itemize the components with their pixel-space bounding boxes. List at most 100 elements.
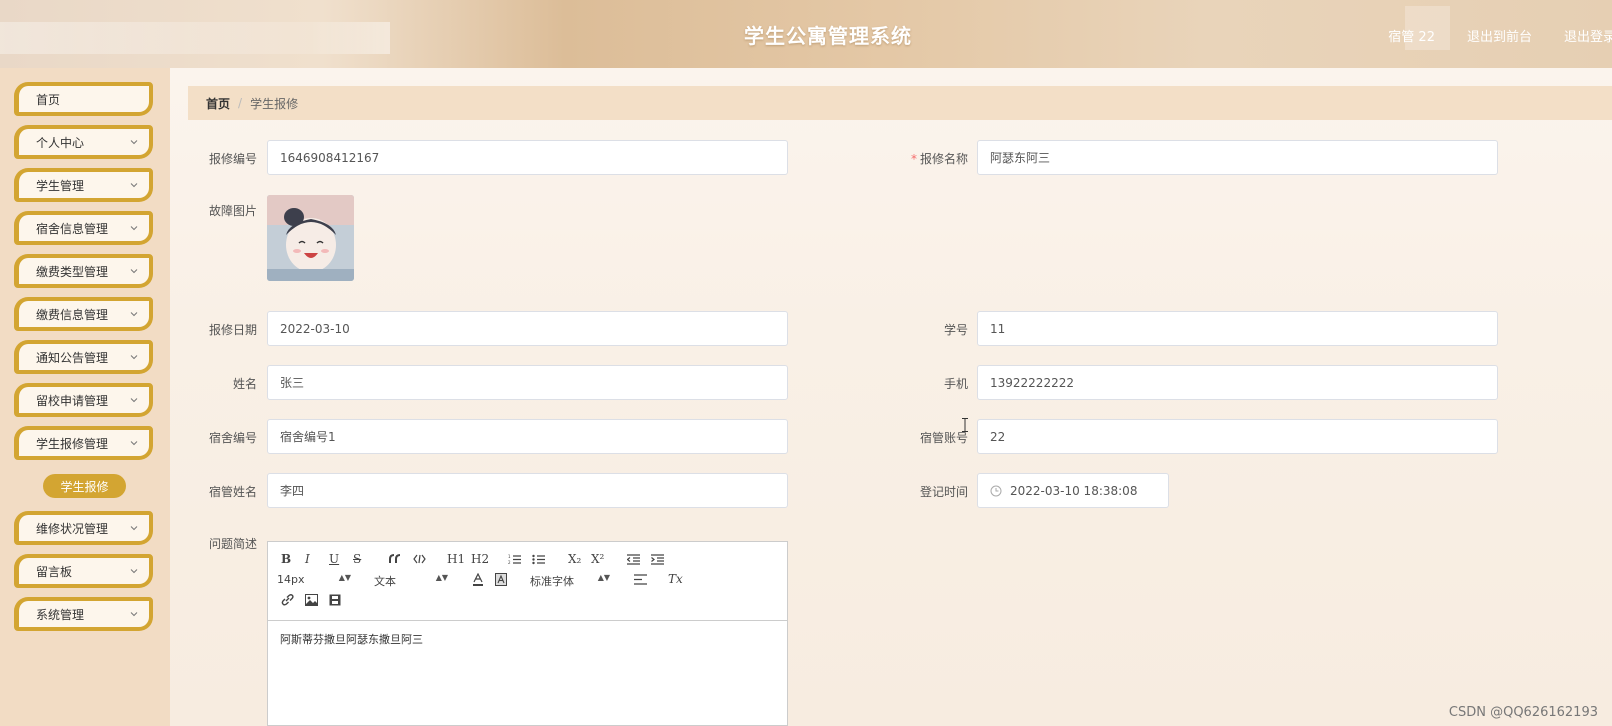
label-manager-account: 宿管账号 bbox=[919, 431, 968, 445]
sidebar-item-fee-info-mgmt[interactable]: 缴费信息管理 bbox=[14, 297, 153, 331]
chevron-down-icon bbox=[130, 612, 138, 617]
sidebar-item-system-mgmt[interactable]: 系统管理 bbox=[14, 597, 153, 631]
phone-field[interactable]: 13922222222 bbox=[977, 365, 1498, 400]
video-icon[interactable] bbox=[329, 594, 341, 606]
subscript-button[interactable]: X₂ bbox=[568, 552, 581, 566]
sidebar-item-label: 留言板 bbox=[36, 564, 73, 579]
sidebar-item-repair-status-mgmt[interactable]: 维修状况管理 bbox=[14, 511, 153, 545]
font-family-value: 标准字体 bbox=[530, 575, 574, 588]
clock-icon bbox=[990, 485, 1002, 496]
chevron-down-icon bbox=[130, 226, 138, 231]
manager-account-field[interactable]: 22 bbox=[977, 419, 1498, 454]
sidebar-item-label: 个人中心 bbox=[36, 135, 85, 150]
outdent-icon[interactable] bbox=[627, 554, 640, 565]
chevron-down-icon bbox=[130, 355, 138, 360]
sidebar-item-message-board[interactable]: 留言板 bbox=[14, 554, 153, 588]
font-color-icon[interactable] bbox=[472, 573, 484, 586]
ordered-list-icon[interactable]: 12 bbox=[508, 554, 521, 565]
sidebar-item-label: 缴费类型管理 bbox=[36, 264, 109, 279]
font-size-select[interactable]: 14px ▲▼ bbox=[277, 573, 351, 587]
quote-icon[interactable] bbox=[389, 554, 401, 564]
sidebar-item-repair-mgmt[interactable]: 学生报修管理 bbox=[14, 426, 153, 460]
repair-date-field[interactable]: 2022-03-10 bbox=[267, 311, 788, 346]
label-repair-date: 报修日期 bbox=[208, 323, 257, 337]
italic-button[interactable]: I bbox=[305, 552, 310, 566]
select-arrows-icon: ▲▼ bbox=[597, 573, 610, 582]
sidebar-item-personal-center[interactable]: 个人中心 bbox=[14, 125, 153, 159]
sidebar-item-label: 留校申请管理 bbox=[36, 393, 109, 408]
text-type-select[interactable]: 文本 ▲▼ bbox=[374, 573, 448, 588]
watermark: CSDN @QQ626162193 bbox=[1448, 705, 1598, 720]
sidebar-item-label: 维修状况管理 bbox=[36, 521, 109, 536]
background-color-icon[interactable] bbox=[495, 573, 507, 586]
chevron-down-icon bbox=[130, 526, 138, 531]
strike-button[interactable]: S bbox=[353, 552, 361, 566]
sidebar-item-label: 宿舍信息管理 bbox=[36, 221, 109, 236]
svg-text:2: 2 bbox=[508, 560, 511, 565]
label-manager-name: 宿管姓名 bbox=[208, 485, 257, 499]
superscript-button[interactable]: X² bbox=[591, 552, 604, 566]
breadcrumb: 首页 / 学生报修 bbox=[188, 86, 1612, 120]
sidebar-item-notice-mgmt[interactable]: 通知公告管理 bbox=[14, 340, 153, 374]
chevron-down-icon bbox=[130, 312, 138, 317]
student-no-field[interactable]: 11 bbox=[977, 311, 1498, 346]
breadcrumb-home-link[interactable]: 首页 bbox=[206, 95, 230, 112]
sidebar-item-student-mgmt[interactable]: 学生管理 bbox=[14, 168, 153, 202]
label-name: 姓名 bbox=[232, 377, 257, 391]
svg-text:1: 1 bbox=[508, 554, 511, 559]
dorm-no-field[interactable]: 宿舍编号1 bbox=[267, 419, 788, 454]
fault-image bbox=[267, 195, 354, 281]
label-repair-no: 报修编号 bbox=[208, 152, 257, 166]
name-field[interactable]: 张三 bbox=[267, 365, 788, 400]
image-icon[interactable] bbox=[305, 594, 318, 606]
font-size-value: 14px bbox=[277, 573, 305, 586]
link-icon[interactable] bbox=[281, 594, 294, 606]
logout-link[interactable]: 退出登录 bbox=[1564, 26, 1612, 45]
select-arrows-icon: ▲▼ bbox=[338, 573, 351, 582]
repair-no-field[interactable]: 1646908412167 bbox=[267, 140, 788, 175]
clear-format-button[interactable]: Tx bbox=[668, 572, 683, 586]
app-title: 学生公寓管理系统 bbox=[744, 24, 912, 48]
chevron-down-icon bbox=[130, 183, 138, 188]
h1-button[interactable]: H1 bbox=[447, 552, 465, 566]
sidebar-item-label: 系统管理 bbox=[36, 607, 85, 622]
sidebar-subitem-student-repair[interactable]: 学生报修 bbox=[43, 474, 126, 498]
rich-text-editor[interactable]: B I U S H1 H2 12 X₂ X² 14px ▲▼ 文本 ▲▼ 标准字… bbox=[267, 541, 788, 726]
sidebar-item-fee-type-mgmt[interactable]: 缴费类型管理 bbox=[14, 254, 153, 288]
exit-to-front-link[interactable]: 退出到前台 bbox=[1467, 26, 1532, 45]
select-arrows-icon: ▲▼ bbox=[435, 573, 448, 582]
bold-button[interactable]: B bbox=[281, 552, 291, 566]
chevron-up-icon bbox=[130, 441, 138, 446]
repair-name-field[interactable]: 阿瑟东阿三 bbox=[977, 140, 1498, 175]
required-asterisk: * bbox=[910, 152, 917, 166]
sidebar-item-label: 学生管理 bbox=[36, 178, 85, 193]
label-repair-name: * 报修名称 bbox=[880, 150, 968, 167]
sidebar-item-label: 缴费信息管理 bbox=[36, 307, 109, 322]
sidebar-item-dorm-info-mgmt[interactable]: 宿舍信息管理 bbox=[14, 211, 153, 245]
label-fault-image: 故障图片 bbox=[208, 204, 257, 218]
current-user: 宿管 22 bbox=[1388, 30, 1435, 45]
align-icon[interactable] bbox=[634, 574, 647, 585]
h2-button[interactable]: H2 bbox=[471, 552, 489, 566]
manager-name-field[interactable]: 李四 bbox=[267, 473, 788, 508]
text-cursor-icon bbox=[962, 418, 968, 432]
top-header: 学生公寓管理系统 宿管 22 退出到前台 退出登录 bbox=[0, 0, 1612, 68]
label-register-time: 登记时间 bbox=[919, 485, 968, 499]
sidebar-item-home[interactable]: 首页 bbox=[14, 82, 153, 116]
underline-button[interactable]: U bbox=[329, 552, 339, 566]
chevron-down-icon bbox=[130, 140, 138, 145]
bullet-list-icon[interactable] bbox=[532, 554, 545, 565]
editor-content-area[interactable]: 阿斯蒂芬撒旦阿瑟东撒旦阿三 bbox=[268, 621, 787, 657]
fault-image-thumbnail[interactable] bbox=[267, 195, 354, 281]
font-family-select[interactable]: 标准字体 ▲▼ bbox=[530, 573, 610, 588]
sidebar-item-label: 首页 bbox=[36, 92, 61, 107]
chevron-down-icon bbox=[130, 398, 138, 403]
code-icon[interactable] bbox=[413, 554, 426, 564]
chevron-down-icon bbox=[130, 269, 138, 274]
register-time-picker[interactable]: 2022-03-10 18:38:08 bbox=[977, 473, 1169, 508]
label-phone: 手机 bbox=[943, 377, 968, 391]
label-dorm-no: 宿舍编号 bbox=[208, 431, 257, 445]
sidebar-item-stay-request-mgmt[interactable]: 留校申请管理 bbox=[14, 383, 153, 417]
breadcrumb-current: 学生报修 bbox=[250, 96, 299, 111]
indent-icon[interactable] bbox=[651, 554, 664, 565]
